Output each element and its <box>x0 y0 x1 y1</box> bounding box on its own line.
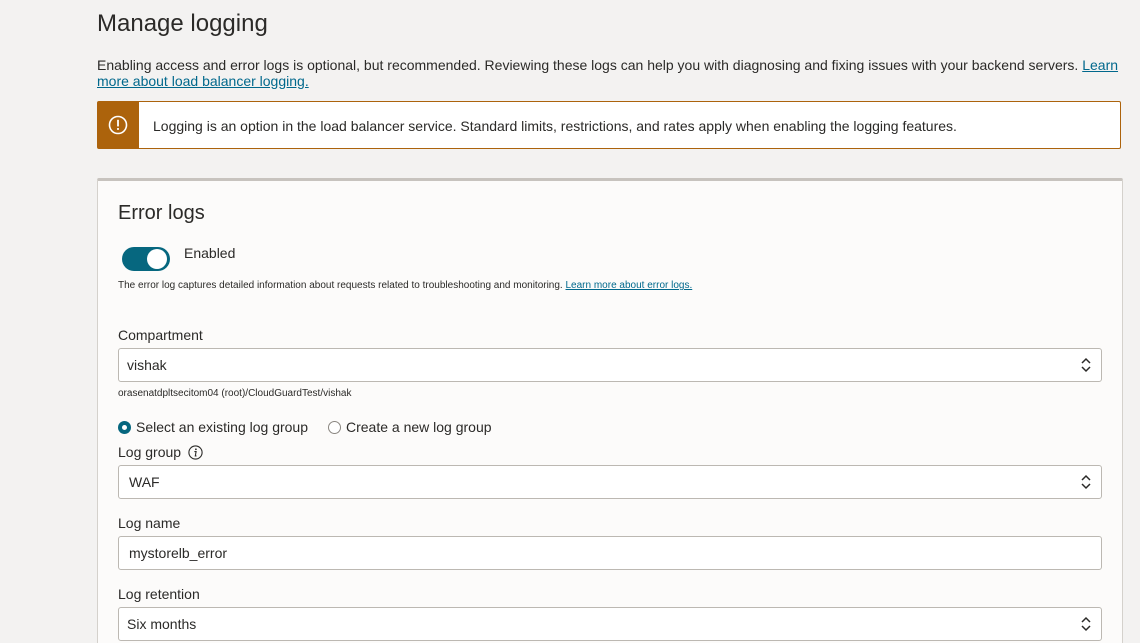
toggle-knob <box>147 249 167 269</box>
intro-paragraph: Enabling access and error logs is option… <box>97 57 1127 89</box>
manage-logging-page: Manage logging Enabling access and error… <box>0 0 1140 643</box>
radio-new-label: Create a new log group <box>346 419 492 435</box>
log-retention-label: Log retention <box>118 586 200 602</box>
warning-banner: Logging is an option in the load balance… <box>97 101 1121 149</box>
warning-icon-strip <box>98 102 139 148</box>
info-icon[interactable] <box>188 445 203 460</box>
radio-unchecked-icon <box>328 420 341 434</box>
warning-icon <box>108 115 128 135</box>
compartment-value: vishak <box>127 357 167 373</box>
log-retention-value: Six months <box>127 616 197 632</box>
log-name-label: Log name <box>118 515 181 531</box>
log-group-label: Log group <box>118 444 182 460</box>
error-logs-toggle[interactable] <box>122 247 170 271</box>
intro-text: Enabling access and error logs is option… <box>97 57 1083 73</box>
radio-new-log-group[interactable]: Create a new log group <box>328 419 492 435</box>
log-group-select[interactable]: WAF <box>118 465 1102 499</box>
compartment-path: orasenatdpltsecitom04 (root)/CloudGuardT… <box>118 388 352 399</box>
radio-existing-log-group[interactable]: Select an existing log group <box>118 419 308 435</box>
log-retention-select[interactable]: Six months <box>118 607 1102 641</box>
log-group-value: WAF <box>129 474 160 490</box>
chevron-up-down-icon <box>1081 474 1091 490</box>
error-logs-card: Error logs Enabled The error log capture… <box>97 178 1123 643</box>
error-logs-title: Error logs <box>118 202 205 224</box>
radio-existing-label: Select an existing log group <box>136 419 308 435</box>
log-name-value: mystorelb_error <box>129 545 228 561</box>
page-title: Manage logging <box>97 10 268 37</box>
warning-text: Logging is an option in the load balance… <box>153 118 957 134</box>
toggle-label: Enabled <box>184 245 236 261</box>
radio-checked-icon <box>118 420 131 434</box>
help-text: The error log captures detailed informat… <box>118 280 566 291</box>
learn-more-error-logs-link[interactable]: Learn more about error logs. <box>566 280 693 291</box>
chevron-up-down-icon <box>1081 616 1091 632</box>
log-name-input[interactable]: mystorelb_error <box>118 536 1102 570</box>
compartment-label: Compartment <box>118 327 203 343</box>
chevron-up-down-icon <box>1081 357 1091 373</box>
error-logs-help: The error log captures detailed informat… <box>118 280 692 292</box>
log-group-choice: Select an existing log group Create a ne… <box>118 419 512 435</box>
compartment-select[interactable]: vishak <box>118 348 1102 382</box>
